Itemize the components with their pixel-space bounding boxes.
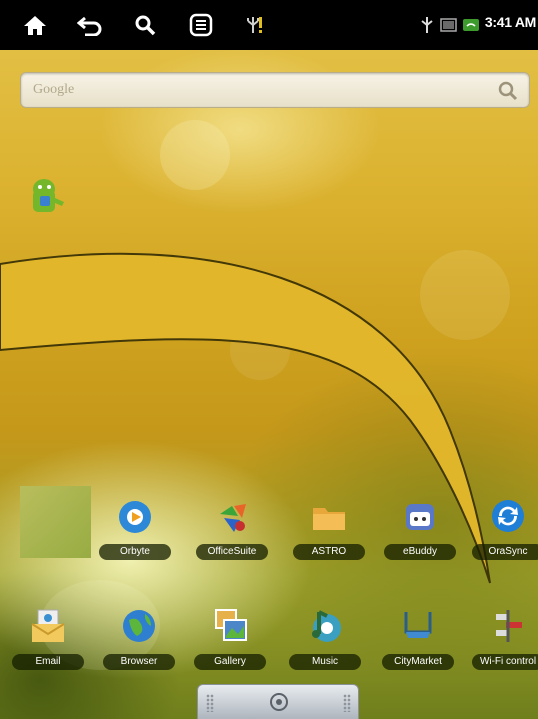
wifi-icon <box>462 14 480 36</box>
astro-folder-icon <box>313 508 345 530</box>
grip-dots <box>343 694 351 712</box>
notification-icon <box>254 10 268 40</box>
gallery-icon <box>215 609 247 641</box>
app-label: OfficeSuite <box>196 544 268 560</box>
app-label: CityMarket <box>382 654 454 670</box>
app-gallery[interactable]: Gallery <box>190 606 270 696</box>
clock: 3:41 AM <box>484 14 536 30</box>
bokeh-light <box>160 120 230 190</box>
app-drawer-icon[interactable] <box>270 693 288 711</box>
app-label: Orbyte <box>99 544 171 560</box>
home-icon[interactable] <box>20 10 50 40</box>
app-label: Wi-Fi control <box>472 654 538 670</box>
app-label: eBuddy <box>384 544 456 560</box>
app-wifi-control[interactable]: Wi-Fi control <box>468 606 538 696</box>
browser-icon <box>123 610 155 642</box>
app-citymarket[interactable]: CityMarket <box>378 606 458 696</box>
bokeh-light <box>230 320 290 380</box>
home-screen: 3:41 AM Google Orbyte OfficeSuite ASTRO … <box>0 0 538 719</box>
search-icon[interactable] <box>497 80 519 102</box>
app-astro[interactable]: ASTRO <box>289 496 369 586</box>
app-email[interactable]: Email <box>8 606 88 696</box>
app-label: OraSync <box>472 544 538 560</box>
back-icon[interactable] <box>75 10 105 40</box>
menu-icon[interactable] <box>186 10 216 40</box>
google-search-bar[interactable]: Google <box>20 72 530 108</box>
usb-status-icon <box>420 14 434 36</box>
status-bar: 3:41 AM <box>0 0 538 50</box>
wifi-control-icon <box>496 610 522 642</box>
app-officesuite[interactable]: OfficeSuite <box>192 496 272 586</box>
orbyte-icon <box>119 501 151 533</box>
app-label: Browser <box>103 654 175 670</box>
bokeh-light <box>420 250 510 340</box>
sync-icon <box>492 500 524 532</box>
search-icon[interactable] <box>130 10 160 40</box>
music-icon <box>312 610 341 642</box>
widget-placeholder[interactable] <box>20 486 91 558</box>
email-icon <box>31 609 65 642</box>
app-orbyte[interactable]: Orbyte <box>95 496 175 586</box>
app-drawer-handle[interactable] <box>197 684 359 719</box>
battery-icon <box>440 14 458 36</box>
app-ebuddy[interactable]: eBuddy <box>380 496 460 586</box>
grip-dots <box>206 694 214 712</box>
app-label: Email <box>12 654 84 670</box>
app-label: ASTRO <box>293 544 365 560</box>
app-label: Gallery <box>194 654 266 670</box>
android-robot-icon[interactable] <box>22 174 68 220</box>
ebuddy-icon <box>406 504 434 530</box>
app-orasync[interactable]: OraSync <box>468 496 538 586</box>
app-music[interactable]: Music <box>285 606 365 696</box>
officesuite-icon <box>220 504 246 532</box>
market-icon <box>404 612 432 638</box>
app-browser[interactable]: Browser <box>99 606 179 696</box>
app-label: Music <box>289 654 361 670</box>
search-placeholder: Google <box>33 82 75 97</box>
